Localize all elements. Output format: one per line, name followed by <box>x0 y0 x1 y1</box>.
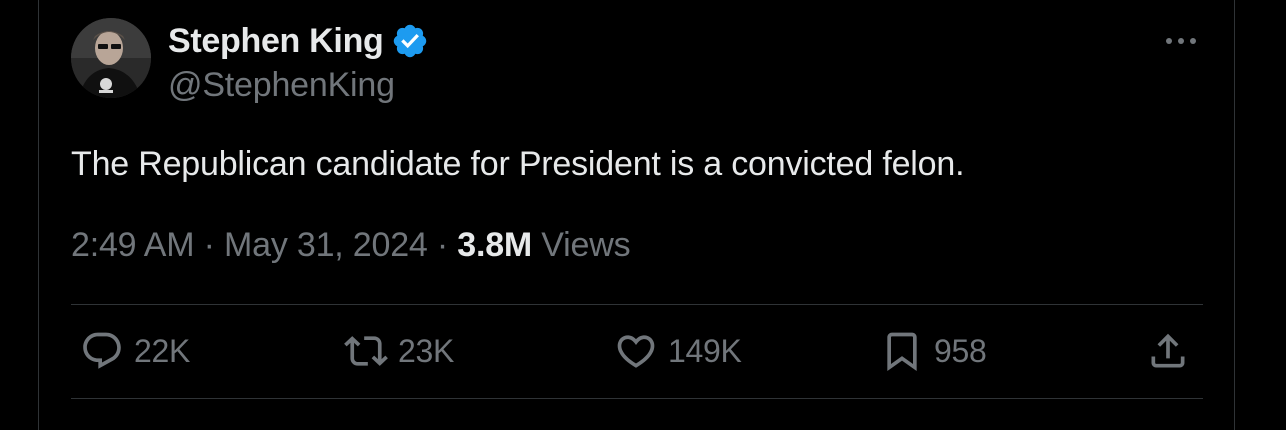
avatar-image <box>71 18 151 98</box>
views-count[interactable]: 3.8M <box>457 226 532 264</box>
share-icon <box>1151 333 1185 368</box>
tweet-date[interactable]: May 31, 2024 <box>224 226 428 264</box>
views-label[interactable]: Views <box>541 226 630 264</box>
author-display-name[interactable]: Stephen King <box>168 22 384 61</box>
verified-badge-icon[interactable] <box>391 22 429 60</box>
divider-bottom <box>71 398 1203 399</box>
meta-separator: · <box>203 226 215 264</box>
tweet-meta: 2:49 AM · May 31, 2024 · 3.8M Views <box>71 226 631 265</box>
bookmark-icon <box>887 332 917 372</box>
like-count: 149K <box>668 332 742 369</box>
bookmark-button[interactable]: 958 <box>880 328 987 374</box>
like-icon <box>617 335 655 368</box>
more-horizontal-icon <box>1166 38 1196 44</box>
reply-count: 22K <box>134 332 191 369</box>
repost-button[interactable]: 23K <box>344 328 454 374</box>
divider-top <box>71 304 1203 305</box>
avatar[interactable] <box>71 18 151 98</box>
tweet-time[interactable]: 2:49 AM <box>71 226 195 264</box>
repost-icon <box>344 336 388 366</box>
tweet-text: The Republican candidate for President i… <box>71 145 965 183</box>
author-name-row[interactable]: Stephen King <box>168 20 429 62</box>
like-button[interactable]: 149K <box>614 328 742 374</box>
meta-separator: · <box>436 226 448 264</box>
more-options-button[interactable] <box>1160 26 1202 56</box>
reply-icon <box>83 332 121 369</box>
repost-count: 23K <box>398 332 455 369</box>
author-handle[interactable]: @StephenKing <box>168 66 395 105</box>
share-button[interactable] <box>1146 328 1190 374</box>
bookmark-count: 958 <box>934 332 987 369</box>
reply-button[interactable]: 22K <box>80 328 190 374</box>
